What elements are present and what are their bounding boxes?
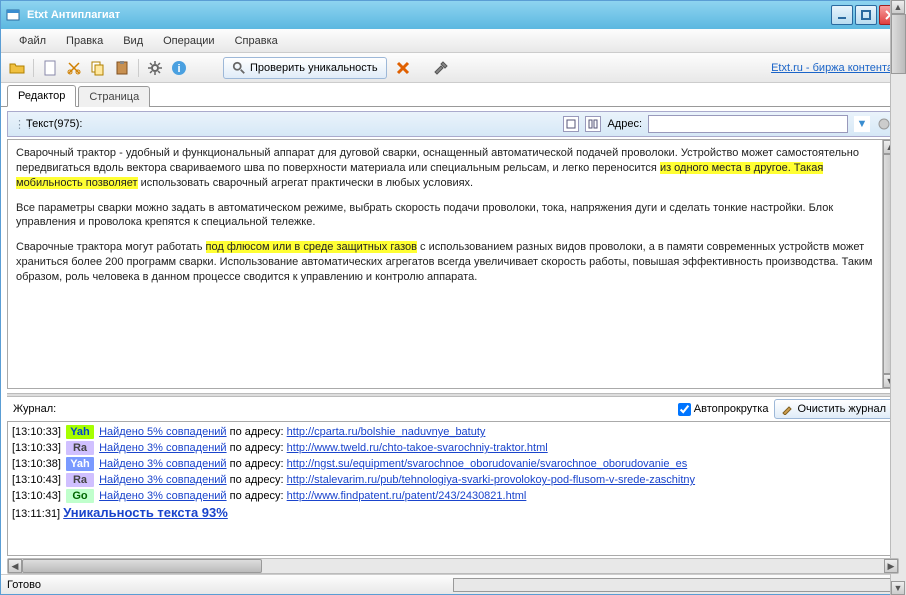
- text-counter: Текст(975):: [26, 118, 82, 130]
- log-line: [13:10:33] Yah Найдено 5% совпадений по …: [12, 424, 894, 440]
- match-link[interactable]: Найдено 3% совпадений: [99, 490, 227, 502]
- timestamp: [13:10:38]: [12, 458, 61, 470]
- info-icon: i: [171, 60, 187, 76]
- scissors-icon: [66, 60, 82, 76]
- timestamp: [13:10:33]: [12, 442, 61, 454]
- horizontal-scrollbar[interactable]: ◀ ▶: [7, 558, 899, 574]
- cut-button[interactable]: [64, 58, 84, 78]
- separator: [33, 59, 34, 77]
- chevron-down-icon: ▼: [857, 118, 868, 130]
- engine-badge: Yah: [66, 457, 94, 471]
- engine-badge: Ra: [66, 473, 94, 487]
- timestamp: [13:10:43]: [12, 474, 61, 486]
- engine-badge: Yah: [66, 425, 94, 439]
- tab-page[interactable]: Страница: [78, 86, 150, 107]
- url-link[interactable]: http://stalevarim.ru/pub/tehnologiya-sva…: [287, 474, 695, 486]
- view-mode-1-button[interactable]: [563, 116, 579, 132]
- app-icon: [5, 7, 21, 23]
- search-icon: [232, 61, 246, 75]
- folder-icon: [9, 60, 25, 76]
- autoscroll-input[interactable]: [678, 403, 691, 416]
- log-header: Журнал: Автопрокрутка Очистить журнал: [7, 397, 899, 421]
- scroll-left-icon[interactable]: ◀: [8, 559, 22, 573]
- log-line: [13:10:43] Ra Найдено 3% совпадений по а…: [12, 472, 894, 488]
- grip-icon[interactable]: ⋮⋮: [14, 118, 20, 131]
- autoscroll-checkbox[interactable]: Автопрокрутка: [678, 403, 769, 416]
- settings-button[interactable]: [145, 58, 165, 78]
- url-link[interactable]: http://www.findpatent.ru/patent/243/2430…: [287, 490, 527, 502]
- status-text: Готово: [7, 579, 453, 591]
- view-mode-2-button[interactable]: [585, 116, 601, 132]
- gear-icon: [147, 60, 163, 76]
- copy-button[interactable]: [88, 58, 108, 78]
- match-link[interactable]: Найдено 3% совпадений: [99, 458, 227, 470]
- check-label: Проверить уникальность: [250, 62, 378, 74]
- window-title: Etxt Антиплагиат: [27, 9, 829, 21]
- menubar: Файл Правка Вид Операции Справка: [1, 29, 905, 53]
- log-line: [13:10:43] Go Найдено 3% совпадений по а…: [12, 488, 894, 504]
- menu-help[interactable]: Справка: [225, 32, 288, 50]
- open-folder-button[interactable]: [7, 58, 27, 78]
- timestamp: [13:10:33]: [12, 426, 61, 438]
- main-window: Etxt Антиплагиат Файл Правка Вид Операци…: [0, 0, 906, 595]
- menu-edit[interactable]: Правка: [56, 32, 113, 50]
- paste-icon: [114, 60, 130, 76]
- engine-badge: Ra: [66, 441, 94, 455]
- clear-log-button[interactable]: Очистить журнал: [774, 399, 893, 419]
- tabs: Редактор Страница: [1, 83, 905, 107]
- scroll-thumb[interactable]: [22, 559, 262, 573]
- hammer-icon: [433, 60, 449, 76]
- scroll-right-icon[interactable]: ▶: [884, 559, 898, 573]
- match-link[interactable]: Найдено 3% совпадений: [99, 474, 227, 486]
- x-red-icon: [395, 60, 411, 76]
- check-uniqueness-button[interactable]: Проверить уникальность: [223, 57, 387, 79]
- cancel-check-button[interactable]: [393, 58, 413, 78]
- minimize-button[interactable]: [831, 5, 853, 25]
- new-doc-button[interactable]: [40, 58, 60, 78]
- dropdown-button[interactable]: ▼: [854, 116, 870, 132]
- log-line: [13:10:33] Ra Найдено 3% совпадений по а…: [12, 440, 894, 456]
- highlighted-text: под флюсом или в среде защитных газов: [206, 241, 417, 253]
- address-text: Адрес:: [607, 118, 642, 130]
- titlebar: Etxt Антиплагиат: [1, 1, 905, 29]
- url-link[interactable]: http://www.tweld.ru/chto-takoe-svarochni…: [287, 442, 548, 454]
- paste-button[interactable]: [112, 58, 132, 78]
- info-button[interactable]: i: [169, 58, 189, 78]
- result-line: [13:11:31] Уникальность текста 93%: [12, 504, 894, 521]
- circle-icon: [877, 117, 891, 131]
- etxt-link[interactable]: Etxt.ru - биржа контента: [771, 62, 899, 74]
- toolbar: i Проверить уникальность Etxt.ru - биржа…: [1, 53, 905, 83]
- log-scrollbar[interactable]: ▲ ▼: [890, 421, 899, 556]
- svg-text:i: i: [177, 63, 180, 75]
- editor-toolbar: ⋮⋮ Текст(975): Адрес: ▼: [7, 111, 899, 137]
- broom-icon: [781, 403, 793, 415]
- log-title: Журнал:: [13, 403, 56, 415]
- url-link[interactable]: http://ngst.su/equipment/svarochnoe_obor…: [287, 458, 688, 470]
- tab-editor[interactable]: Редактор: [7, 85, 76, 107]
- paragraph-2: Все параметры сварки можно задать в авто…: [16, 201, 890, 231]
- menu-operations[interactable]: Операции: [153, 32, 224, 50]
- editor-area[interactable]: Сварочный трактор - удобный и функционал…: [7, 139, 899, 389]
- paragraph-3: Сварочные трактора могут работать под фл…: [16, 240, 890, 285]
- timestamp: [13:10:43]: [12, 490, 61, 502]
- separator: [138, 59, 139, 77]
- match-link[interactable]: Найдено 3% совпадений: [99, 442, 227, 454]
- url-link[interactable]: http://cparta.ru/bolshie_naduvnye_batuty: [287, 426, 486, 438]
- tools-button[interactable]: [431, 58, 451, 78]
- uniqueness-result[interactable]: Уникальность текста 93%: [63, 505, 228, 520]
- paragraph-1: Сварочный трактор - удобный и функционал…: [16, 146, 890, 191]
- statusbar: Готово: [1, 574, 905, 594]
- maximize-button[interactable]: [855, 5, 877, 25]
- match-link[interactable]: Найдено 5% совпадений: [99, 426, 227, 438]
- menu-view[interactable]: Вид: [113, 32, 153, 50]
- log-line: [13:10:38] Yah Найдено 3% совпадений по …: [12, 456, 894, 472]
- page-icon: [42, 60, 58, 76]
- menu-file[interactable]: Файл: [9, 32, 56, 50]
- progress-bar: [453, 578, 899, 592]
- log-area[interactable]: [13:10:33] Yah Найдено 5% совпадений по …: [7, 421, 899, 556]
- engine-badge: Go: [66, 489, 94, 503]
- copy-icon: [90, 60, 106, 76]
- address-input[interactable]: [648, 115, 848, 133]
